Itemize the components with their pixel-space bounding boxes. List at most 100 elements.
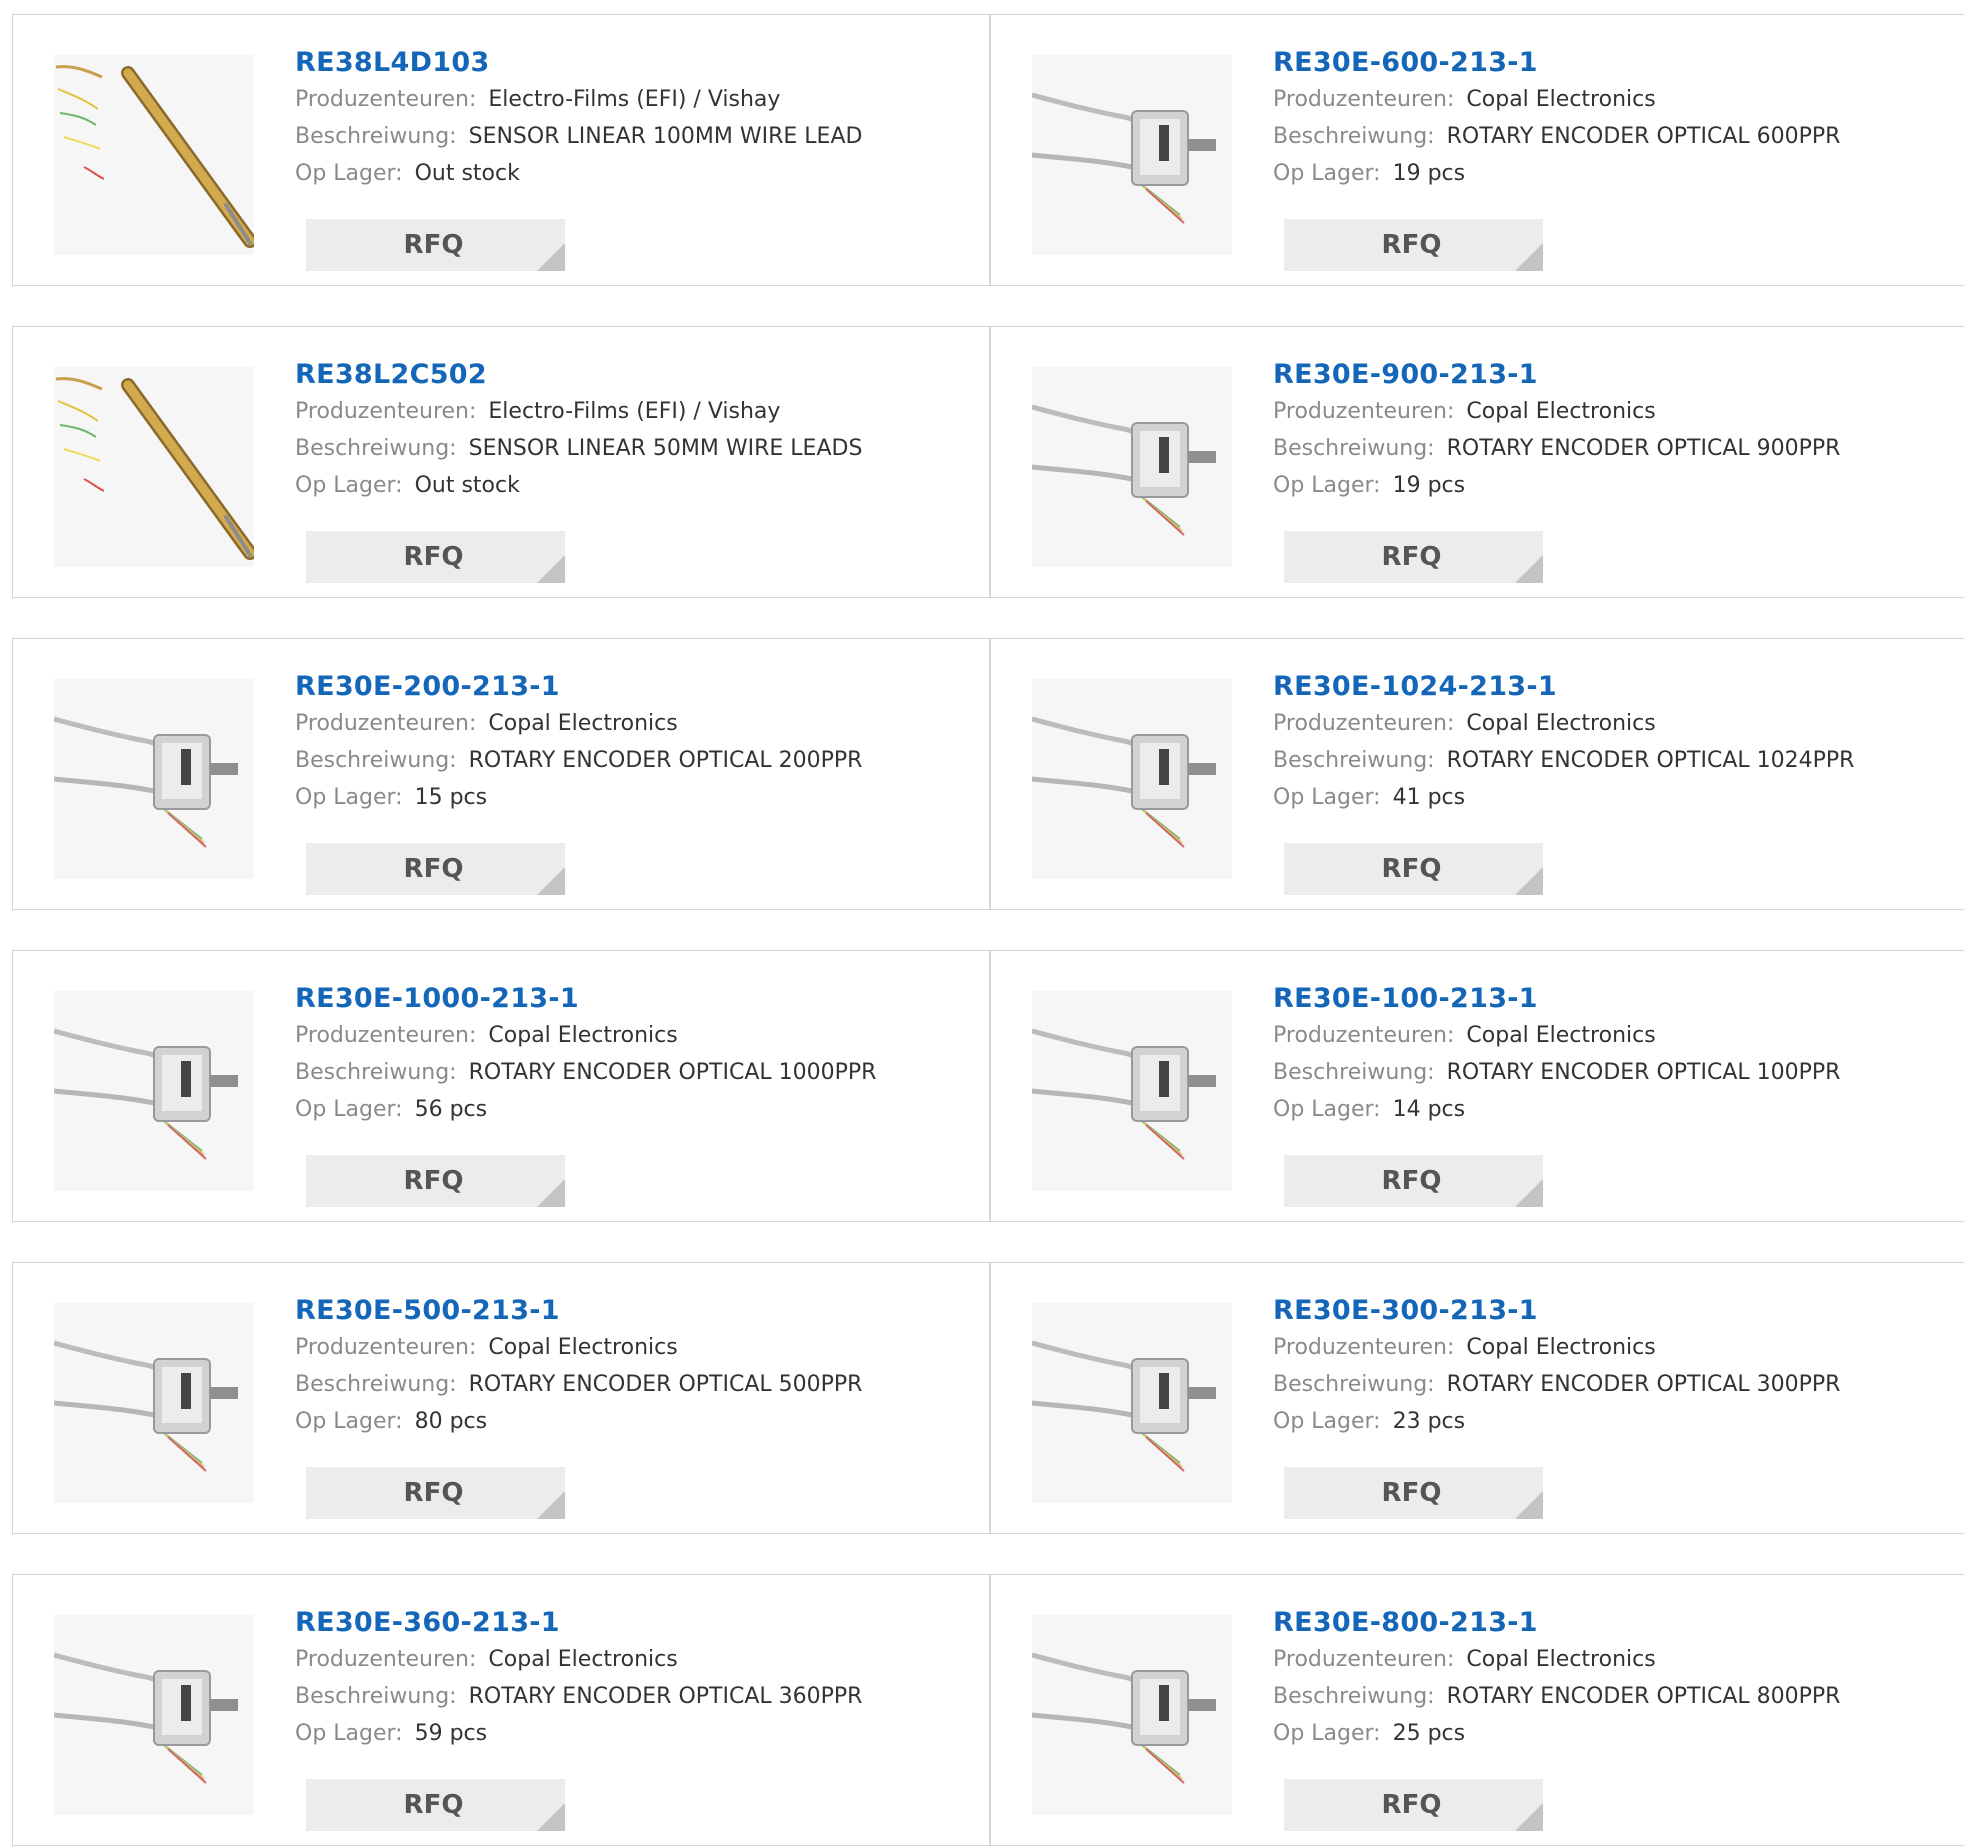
stock-value: 41 pcs bbox=[1392, 785, 1466, 810]
rotary-encoder-image[interactable] bbox=[1032, 1303, 1232, 1503]
rfq-button[interactable]: RFQ bbox=[306, 1155, 565, 1207]
part-number-link[interactable]: RE30E-800-213-1 bbox=[1273, 1605, 1953, 1641]
part-number-link[interactable]: RE30E-360-213-1 bbox=[295, 1605, 975, 1641]
rfq-button[interactable]: RFQ bbox=[1284, 1467, 1543, 1519]
description-value: ROTARY ENCODER OPTICAL 1024PPR bbox=[1446, 748, 1855, 773]
rfq-button-label: RFQ bbox=[403, 230, 464, 260]
part-number-link[interactable]: RE30E-500-213-1 bbox=[295, 1293, 975, 1329]
part-number-link[interactable]: RE38L2C502 bbox=[295, 357, 975, 393]
manufacturer-row: Produzenteuren: Electro-Films (EFI) / Vis… bbox=[295, 81, 975, 118]
rfq-button[interactable]: RFQ bbox=[1284, 1779, 1543, 1831]
rotary-encoder-image[interactable] bbox=[54, 1303, 254, 1503]
stock-label: Op Lager: bbox=[295, 1721, 403, 1746]
part-number-link[interactable]: RE30E-300-213-1 bbox=[1273, 1293, 1953, 1329]
description-row: Beschreiwung: ROTARY ENCODER OPTICAL 900P… bbox=[1273, 430, 1953, 467]
manufacturer-label: Produzenteuren: bbox=[1273, 1023, 1455, 1048]
manufacturer-label: Produzenteuren: bbox=[295, 1647, 477, 1672]
rfq-button[interactable]: RFQ bbox=[1284, 531, 1543, 583]
stock-value: 15 pcs bbox=[414, 785, 488, 810]
stock-row: Op Lager: 41 pcs bbox=[1273, 779, 1953, 816]
description-row: Beschreiwung: ROTARY ENCODER OPTICAL 800P… bbox=[1273, 1678, 1953, 1715]
rfq-button-label: RFQ bbox=[1381, 854, 1442, 884]
manufacturer-label: Produzenteuren: bbox=[295, 1023, 477, 1048]
description-value: ROTARY ENCODER OPTICAL 600PPR bbox=[1446, 124, 1841, 149]
rfq-button[interactable]: RFQ bbox=[306, 1467, 565, 1519]
part-number-link[interactable]: RE30E-1024-213-1 bbox=[1273, 669, 1953, 705]
manufacturer-row: Produzenteuren: Copal Electronics bbox=[295, 1641, 975, 1678]
manufacturer-label: Produzenteuren: bbox=[1273, 711, 1455, 736]
description-row: Beschreiwung: ROTARY ENCODER OPTICAL 100P… bbox=[1273, 1054, 1953, 1091]
linear-sensor-image[interactable] bbox=[54, 367, 254, 567]
description-label: Beschreiwung: bbox=[1273, 1372, 1435, 1397]
part-number-link[interactable]: RE30E-1000-213-1 bbox=[295, 981, 975, 1017]
rotary-encoder-image[interactable] bbox=[1032, 991, 1232, 1191]
corner-decoration bbox=[1515, 555, 1543, 583]
manufacturer-label: Produzenteuren: bbox=[295, 711, 477, 736]
rfq-button-label: RFQ bbox=[403, 854, 464, 884]
description-row: Beschreiwung: ROTARY ENCODER OPTICAL 600P… bbox=[1273, 118, 1953, 155]
stock-label: Op Lager: bbox=[295, 161, 403, 186]
corner-decoration bbox=[537, 867, 565, 895]
rotary-encoder-image[interactable] bbox=[54, 991, 254, 1191]
stock-label: Op Lager: bbox=[1273, 785, 1381, 810]
product-card: RE30E-360-213-1 Produzenteuren: Copal Elec… bbox=[12, 1574, 990, 1846]
manufacturer-row: Produzenteuren: Copal Electronics bbox=[1273, 81, 1953, 118]
manufacturer-value: Copal Electronics bbox=[1466, 711, 1656, 736]
stock-label: Op Lager: bbox=[1273, 161, 1381, 186]
rfq-button[interactable]: RFQ bbox=[306, 531, 565, 583]
rfq-button[interactable]: RFQ bbox=[1284, 843, 1543, 895]
manufacturer-label: Produzenteuren: bbox=[1273, 1335, 1455, 1360]
rotary-encoder-image[interactable] bbox=[1032, 55, 1232, 255]
stock-value: 80 pcs bbox=[414, 1409, 488, 1434]
description-value: ROTARY ENCODER OPTICAL 100PPR bbox=[1446, 1060, 1841, 1085]
description-label: Beschreiwung: bbox=[295, 436, 457, 461]
stock-row: Op Lager: 23 pcs bbox=[1273, 1403, 1953, 1440]
rotary-encoder-image[interactable] bbox=[54, 679, 254, 879]
part-number-link[interactable]: RE30E-100-213-1 bbox=[1273, 981, 1953, 1017]
stock-label: Op Lager: bbox=[1273, 473, 1381, 498]
stock-row: Op Lager: 15 pcs bbox=[295, 779, 975, 816]
description-value: ROTARY ENCODER OPTICAL 500PPR bbox=[468, 1372, 863, 1397]
corner-decoration bbox=[537, 1491, 565, 1519]
stock-label: Op Lager: bbox=[295, 1097, 403, 1122]
stock-row: Op Lager: 59 pcs bbox=[295, 1715, 975, 1752]
description-row: Beschreiwung: ROTARY ENCODER OPTICAL 300P… bbox=[1273, 1366, 1953, 1403]
description-row: Beschreiwung: ROTARY ENCODER OPTICAL 200P… bbox=[295, 742, 975, 779]
stock-value: 19 pcs bbox=[1392, 473, 1466, 498]
part-number-link[interactable]: RE30E-200-213-1 bbox=[295, 669, 975, 705]
rotary-encoder-image[interactable] bbox=[1032, 1615, 1232, 1815]
rfq-button-label: RFQ bbox=[1381, 230, 1442, 260]
manufacturer-value: Copal Electronics bbox=[1466, 1647, 1656, 1672]
rotary-encoder-image[interactable] bbox=[1032, 367, 1232, 567]
rfq-button[interactable]: RFQ bbox=[1284, 1155, 1543, 1207]
manufacturer-value: Copal Electronics bbox=[1466, 87, 1656, 112]
part-number-link[interactable]: RE30E-900-213-1 bbox=[1273, 357, 1953, 393]
linear-sensor-image[interactable] bbox=[54, 55, 254, 255]
part-number-link[interactable]: RE38L4D103 bbox=[295, 45, 975, 81]
description-label: Beschreiwung: bbox=[295, 1060, 457, 1085]
product-card: RE30E-600-213-1 Produzenteuren: Copal Elec… bbox=[990, 14, 1964, 286]
description-label: Beschreiwung: bbox=[1273, 1060, 1435, 1085]
product-card: RE30E-800-213-1 Produzenteuren: Copal Elec… bbox=[990, 1574, 1964, 1846]
description-value: ROTARY ENCODER OPTICAL 360PPR bbox=[468, 1684, 863, 1709]
stock-value: 25 pcs bbox=[1392, 1721, 1466, 1746]
description-value: ROTARY ENCODER OPTICAL 900PPR bbox=[1446, 436, 1841, 461]
stock-row: Op Lager: 56 pcs bbox=[295, 1091, 975, 1128]
part-number-link[interactable]: RE30E-600-213-1 bbox=[1273, 45, 1953, 81]
manufacturer-label: Produzenteuren: bbox=[295, 1335, 477, 1360]
manufacturer-value: Electro-Films (EFI) / Vishay bbox=[488, 87, 781, 112]
rfq-button[interactable]: RFQ bbox=[306, 1779, 565, 1831]
rotary-encoder-image[interactable] bbox=[54, 1615, 254, 1815]
rfq-button[interactable]: RFQ bbox=[1284, 219, 1543, 271]
manufacturer-row: Produzenteuren: Electro-Films (EFI) / Vis… bbox=[295, 393, 975, 430]
description-label: Beschreiwung: bbox=[295, 1684, 457, 1709]
description-value: SENSOR LINEAR 50MM WIRE LEADS bbox=[468, 436, 863, 461]
manufacturer-value: Copal Electronics bbox=[1466, 1335, 1656, 1360]
rotary-encoder-image[interactable] bbox=[1032, 679, 1232, 879]
stock-row: Op Lager: 19 pcs bbox=[1273, 155, 1953, 192]
rfq-button[interactable]: RFQ bbox=[306, 219, 565, 271]
rfq-button[interactable]: RFQ bbox=[306, 843, 565, 895]
manufacturer-row: Produzenteuren: Copal Electronics bbox=[1273, 705, 1953, 742]
manufacturer-row: Produzenteuren: Copal Electronics bbox=[1273, 1641, 1953, 1678]
rfq-button-label: RFQ bbox=[1381, 542, 1442, 572]
